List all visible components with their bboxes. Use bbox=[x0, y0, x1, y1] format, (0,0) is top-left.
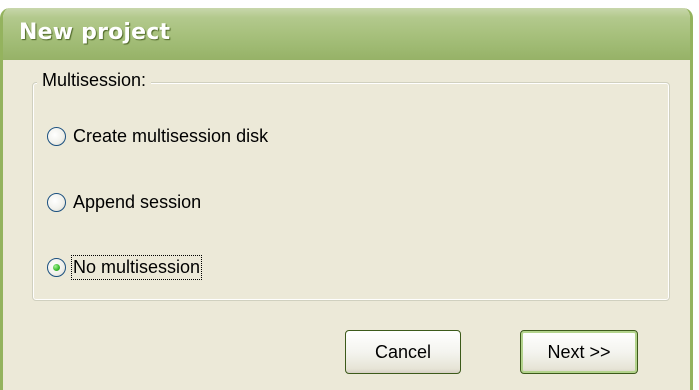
radio-button-icon[interactable] bbox=[47, 192, 66, 212]
radio-label[interactable]: Append session bbox=[72, 191, 202, 214]
radio-append-session[interactable]: Append session bbox=[47, 188, 202, 216]
next-button[interactable]: Next >> bbox=[520, 330, 638, 374]
cancel-button[interactable]: Cancel bbox=[345, 330, 461, 374]
multisession-group-label: Multisession: bbox=[37, 70, 152, 91]
radio-button-icon[interactable] bbox=[47, 126, 66, 146]
dialog-title: New project bbox=[19, 20, 171, 45]
radio-create-multisession-disk[interactable]: Create multisession disk bbox=[47, 122, 269, 150]
radio-no-multisession[interactable]: No multisession bbox=[47, 253, 203, 281]
radio-button-selected-icon[interactable] bbox=[47, 257, 66, 277]
radio-label[interactable]: Create multisession disk bbox=[72, 125, 269, 148]
new-project-dialog: New project Multisession: Create multise… bbox=[0, 8, 693, 390]
title-bar: New project bbox=[3, 8, 690, 60]
radio-label[interactable]: No multisession bbox=[70, 254, 203, 280]
